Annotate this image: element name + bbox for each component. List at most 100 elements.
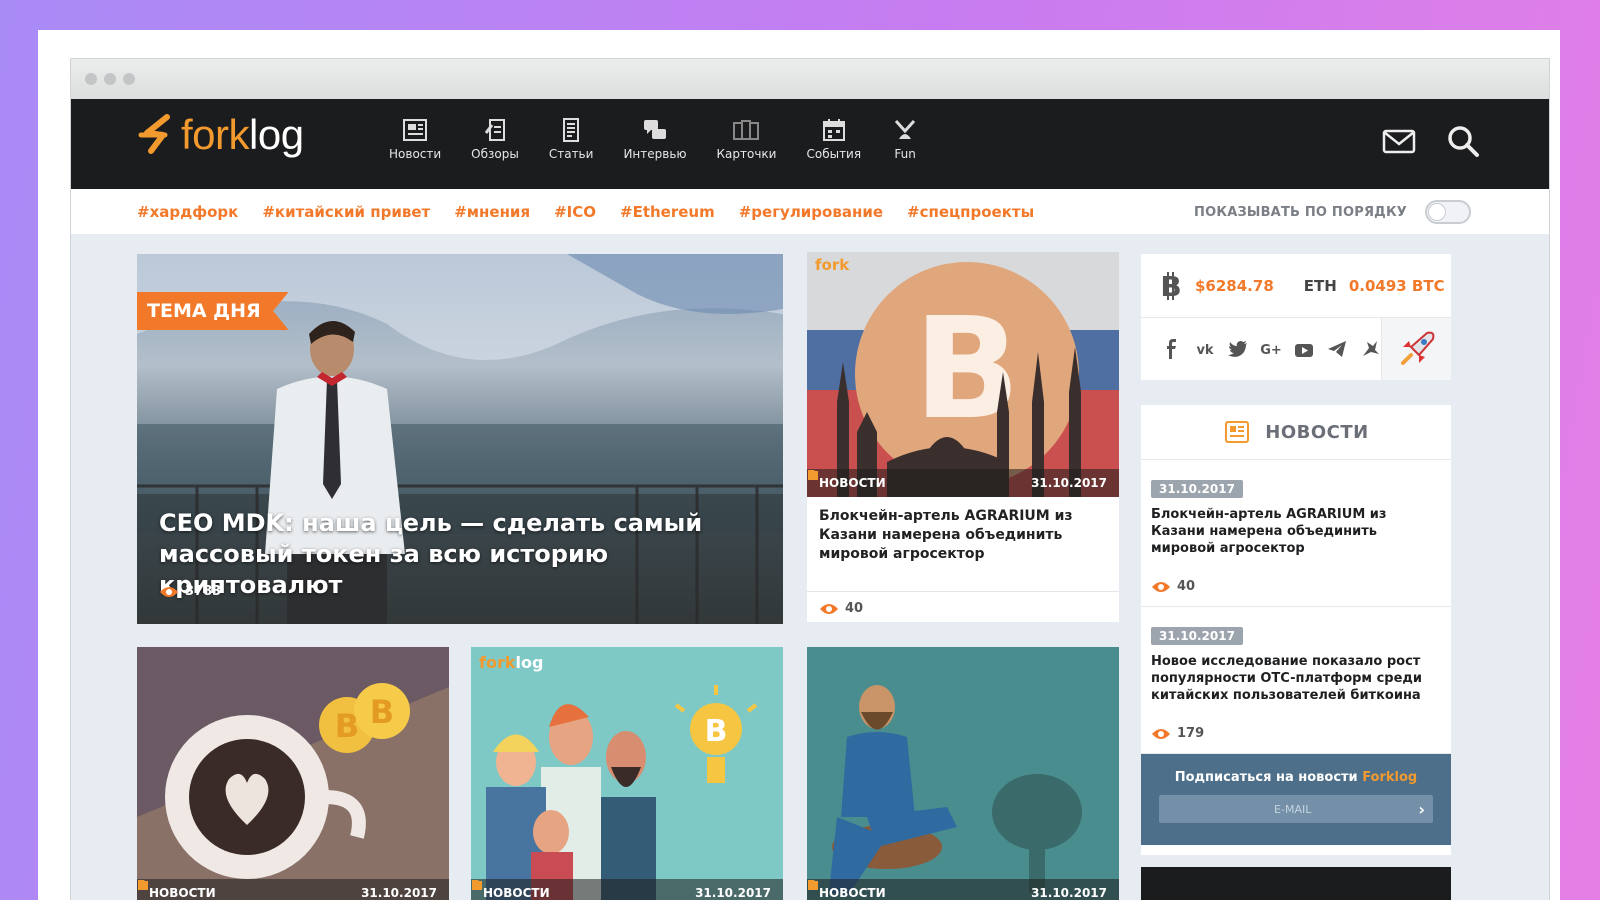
ticker-prices: B $6284.78 ETH 0.0493 BTC [1141,254,1451,318]
vk-icon[interactable]: vk [1194,338,1216,360]
article-icon [563,118,580,142]
news-widget-header: НОВОСТИ [1141,405,1451,460]
youtube-icon[interactable] [1293,338,1315,360]
news-title[interactable]: Блокчейн-артель AGRARIUM из Казани намер… [1151,506,1441,557]
subscribe-submit-button[interactable]: › [1418,800,1425,819]
card-date: 31.10.2017 [808,881,1107,900]
card-date-value: 31.10.2017 [361,886,437,900]
bitcoin-icon: B [1160,271,1181,301]
card-watermark-log: log [515,653,544,672]
window-zoom-dot[interactable] [123,73,135,85]
eye-icon [160,586,178,597]
cards-icon [733,120,760,140]
btc-price: $6284.78 [1195,276,1274,295]
nav-articles[interactable]: Статьи [549,117,593,161]
news-widget: НОВОСТИ 31.10.2017 Блокчейн-артель AGRAR… [1141,405,1451,855]
hashtag-bar: #хардфорк #китайский привет #мнения #ICO… [71,189,1549,234]
card-category: НОВОСТИ [808,880,886,900]
featured-title[interactable]: CEO MDK: наша цель — сделать самый массо… [159,508,769,601]
tag-ethereum[interactable]: #Ethereum [620,203,715,221]
facebook-icon[interactable] [1161,338,1183,360]
newspaper-icon [403,119,428,141]
tag-regulation[interactable]: #регулирование [739,203,883,221]
rocket-button[interactable] [1381,318,1451,380]
card-divider [807,591,1119,592]
sort-toggle[interactable] [1425,200,1471,224]
forklog-logo[interactable]: fork log [137,111,304,159]
svg-text:G+: G+ [1260,343,1282,358]
news-title[interactable]: Новое исследование показало рост популяр… [1151,653,1441,704]
nav-interview[interactable]: Интервью [623,117,687,161]
card-image: НОВОСТИ 31.10.2017 [807,647,1119,900]
card-image: B B НОВОСТИ 31.10.2017 [137,647,449,900]
nav-reviews[interactable]: Обзоры [471,117,519,161]
calendar-small-icon [472,881,482,890]
tag-china[interactable]: #китайский привет [262,203,430,221]
nav-news[interactable]: Новости [389,117,441,161]
window-minimize-dot[interactable] [104,73,116,85]
news-views: 40 [1151,579,1195,594]
card-views-count: 40 [845,601,864,616]
subscribe-box: Подписаться на новости Forklog › [1141,754,1451,845]
price-ticker: B $6284.78 ETH 0.0493 BTC vk G+ [1141,254,1451,380]
eth-label: ETH [1303,276,1337,295]
featured-views: 3783 [159,584,221,599]
card-category-label: НОВОСТИ [819,476,886,490]
nav-fun[interactable]: Fun [891,117,919,161]
window-close-dot[interactable] [85,73,97,85]
window-titlebar [71,59,1549,99]
calendar-small-icon [808,471,818,480]
news-widget-title: НОВОСТИ [1265,421,1369,443]
fork-logo-icon [138,114,170,154]
subscribe-form: › [1159,795,1433,823]
nav-events[interactable]: События [806,117,861,161]
nav-cards[interactable]: Карточки [716,117,777,161]
search-icon[interactable] [1445,123,1481,159]
nav-interview-label: Интервью [623,147,687,161]
eye-icon [820,603,838,614]
news-date: 31.10.2017 [1151,480,1243,498]
review-icon [484,119,505,141]
article-card-people[interactable]: B forklog НОВОСТИ 31.10.2017 [471,647,783,900]
card-watermark: fork [815,256,850,274]
card-category-label: НОВОСТИ [149,886,216,900]
card-date: 31.10.2017 [808,471,1107,490]
card-image: B forklog НОВОСТИ 31.10.2017 [471,647,783,900]
sort-label: ПОКАЗЫВАТЬ ПО ПОРЯДКУ [1194,204,1407,220]
card-watermark: forklog [479,653,543,672]
card-image: B fork НОВОСТИ 31.10.2017 [807,252,1119,497]
golos-icon[interactable] [1359,338,1381,360]
tag-opinions[interactable]: #мнения [454,203,530,221]
svg-text:B: B [370,693,394,731]
people-idea-illustration: B [471,647,783,900]
featured-article[interactable]: ТЕМА ДНЯ CEO MDK: наша цель — сделать са… [137,254,783,624]
mail-icon[interactable] [1381,123,1417,159]
bitcoin-kazan-illustration: B [807,252,1119,497]
card-watermark-fork: fork [479,653,516,672]
email-input[interactable] [1167,802,1419,816]
tag-ico[interactable]: #ICO [554,203,596,221]
card-meta: НОВОСТИ 31.10.2017 [807,879,1119,900]
news-views-count: 40 [1177,579,1196,594]
google-plus-icon[interactable]: G+ [1260,338,1282,360]
sidebar-banner [1141,867,1451,900]
article-card-agrarium[interactable]: B fork НОВОСТИ 31.10.2017 Блокчейн-артел… [807,252,1119,622]
article-card-coffee[interactable]: B B НОВОСТИ 31.10.2017 [137,647,449,900]
card-category: НОВОСТИ [472,880,550,900]
twitter-icon[interactable] [1227,338,1249,360]
news-item[interactable]: 31.10.2017 Блокчейн-артель AGRARIUM из К… [1141,460,1451,607]
telegram-icon[interactable] [1326,338,1348,360]
tag-hardfork[interactable]: #хардфорк [137,203,238,221]
calendar-small-icon [808,881,818,890]
card-title[interactable]: Блокчейн-артель AGRARIUM из Казани намер… [807,497,1119,564]
news-date: 31.10.2017 [1151,627,1243,645]
nav-cards-label: Карточки [716,147,777,161]
news-item[interactable]: 31.10.2017 Новое исследование показало р… [1141,607,1451,754]
eye-icon [1152,581,1170,592]
coffee-bitcoin-illustration: B B [137,647,449,900]
card-category: НОВОСТИ [138,880,216,900]
article-card-businessman[interactable]: НОВОСТИ 31.10.2017 [807,647,1119,900]
fun-icon [894,119,916,139]
social-links: vk G+ [1141,318,1451,380]
tag-special-projects[interactable]: #спецпроекты [907,203,1034,221]
